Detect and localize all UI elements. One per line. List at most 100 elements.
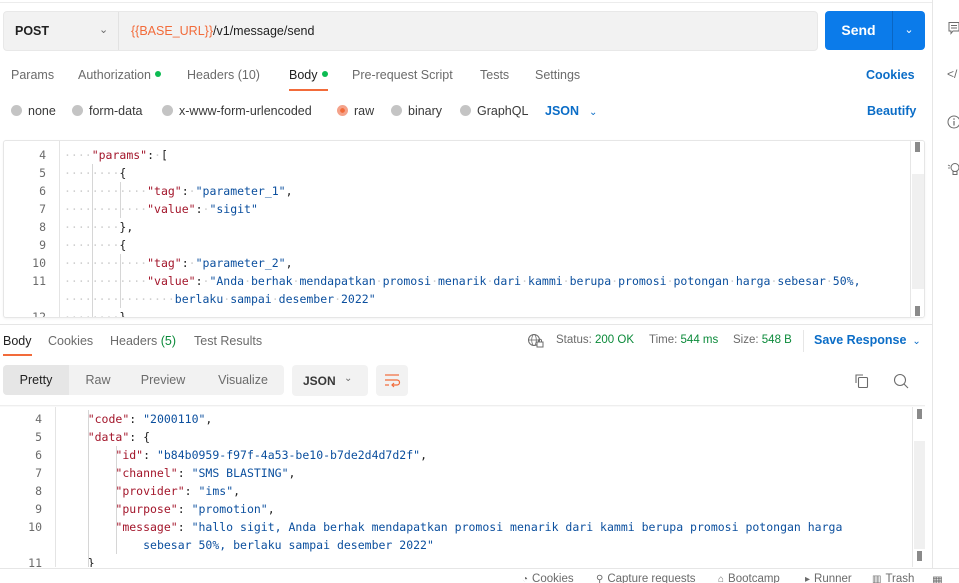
active-tab-indicator [289,89,328,91]
tab-label: Body [289,68,318,82]
tab-tests[interactable]: Tests [480,68,509,82]
status-label: Status: [556,334,592,346]
code-line: sebesar 50%, berlaku sampai desember 202… [0,536,925,554]
tab-label: Headers [187,68,235,82]
tab-params[interactable]: Params [11,68,54,82]
indent-guide [87,410,89,567]
code-line: 11 } [0,554,925,567]
cookies-link[interactable]: Cookies [866,68,915,82]
radio-label: x-www-form-urlencoded [179,104,312,118]
search-icon[interactable] [892,372,910,390]
statusbar-trash[interactable]: ▥ Trash [872,573,914,583]
response-tab-body[interactable]: Body [3,334,32,348]
radio-circle-icon [72,105,83,116]
code-text: ········}, [64,220,134,234]
statusbar-bootcamp[interactable]: ⌂ Bootcamp [718,573,780,583]
info-icon[interactable] [947,115,959,129]
url-path: /v1/message/send [213,24,315,38]
url-input[interactable]: {{BASE_URL}}/v1/message/send [131,24,314,38]
statusbar-capture-requests[interactable]: ⚲ Capture requests [596,573,696,583]
code-text: "data": { [87,430,151,444]
response-time[interactable]: Time: 544 ms [649,334,718,346]
lightbulb-icon[interactable] [947,162,959,176]
code-text: ········{ [64,238,127,252]
tab-authorization[interactable]: Authorization [78,68,161,82]
format-label: JSON [545,104,580,118]
divider [803,330,804,352]
save-response-button[interactable]: Save Response ⌄ [814,333,921,347]
line-number: 4 [35,412,42,426]
radio-x-www-form-urlencoded[interactable]: x-www-form-urlencoded [162,104,312,118]
code-line: 12 ········} [4,308,924,318]
tab-count: (5) [160,334,177,348]
send-button[interactable]: Send ⌄ [825,11,925,50]
two-pane-layout-icon[interactable]: ▦ [932,573,943,583]
radio-label: raw [354,104,375,118]
chevron-down-icon: ⌄ [99,24,109,36]
radio-label: form-data [89,104,143,118]
radio-circle-icon [11,105,22,116]
line-number: 6 [39,184,46,198]
documentation-icon[interactable] [947,21,959,35]
wrap-lines-button[interactable] [376,365,408,396]
radio-raw[interactable]: raw [337,104,374,118]
line-number: 7 [35,466,42,480]
send-options-chevron-icon[interactable]: ⌄ [893,11,925,50]
radio-form-data[interactable]: form-data [72,104,143,118]
response-status: Status: 200 OK [556,334,634,346]
response-size[interactable]: Size: 548 B [733,334,792,346]
response-body-viewer[interactable]: 4 "code": "2000110", 5 "data": {6 "id": "… [0,407,925,567]
indent-guide [119,254,121,308]
view-raw[interactable]: Raw [73,365,123,395]
response-tab-cookies[interactable]: Cookies [48,334,93,348]
view-visualize[interactable]: Visualize [207,365,279,395]
code-text: ············"tag":·"parameter_1", [64,184,293,198]
code-line: 7 "channel": "SMS BLASTING", [0,464,925,482]
line-number: 10 [32,256,46,270]
runner-icon: ▸ [805,574,811,583]
line-number: 12 [32,310,46,318]
tab-body[interactable]: Body [289,68,328,82]
copy-icon[interactable] [852,372,870,390]
code-line: 9 "purpose": "promotion", [0,500,925,518]
code-icon[interactable]: </ [947,67,959,81]
tab-pre-request-script[interactable]: Pre-request Script [352,68,453,82]
statusbar-runner[interactable]: ▸ Runner [805,573,852,583]
tab-label: Tests [480,68,510,82]
line-number: 6 [35,448,42,462]
statusbar-label: Trash [885,573,915,583]
tab-headers[interactable]: Headers (10) [187,68,260,82]
radio-circle-icon [391,105,402,116]
format-label: JSON [303,374,336,388]
radio-none[interactable]: none [11,104,56,118]
response-tab-test-results[interactable]: Test Results [194,334,262,348]
beautify-button[interactable]: Beautify [867,104,916,118]
body-format-select[interactable]: JSON ⌄ [545,104,597,118]
divider [0,2,932,3]
tab-settings[interactable]: Settings [535,68,580,82]
method-select[interactable]: POST ⌄ [4,12,119,50]
size-label: Size: [733,334,759,346]
view-pretty[interactable]: Pretty [3,365,69,395]
line-number: 5 [35,430,42,444]
pane-splitter[interactable] [0,324,932,325]
indent-guide [119,182,121,218]
code-text: ········{ [64,166,127,180]
radio-binary[interactable]: binary [391,104,442,118]
view-preview[interactable]: Preview [129,365,197,395]
indent-guide [91,164,93,317]
radio-graphql[interactable]: GraphQL [460,104,528,118]
statusbar-cookies[interactable]: ◔ Cookies [522,573,574,583]
line-number: 11 [32,274,46,288]
response-tabs: Body Cookies Headers (5) Test Results [0,332,932,352]
response-format-select[interactable]: JSON ⌄ [292,365,368,396]
code-line: 4 "code": "2000110", [0,410,925,428]
capture-icon: ⚲ [596,574,604,583]
radio-label: binary [408,104,443,118]
statusbar-label: Cookies [532,573,574,583]
line-number: 4 [39,148,46,162]
request-body-editor[interactable]: 4 ····"params":·[5 ········{6 ············"… [3,140,925,318]
line-number: 9 [35,502,42,516]
network-globe-icon[interactable] [527,333,545,349]
response-tab-headers[interactable]: Headers (5) [110,334,176,348]
